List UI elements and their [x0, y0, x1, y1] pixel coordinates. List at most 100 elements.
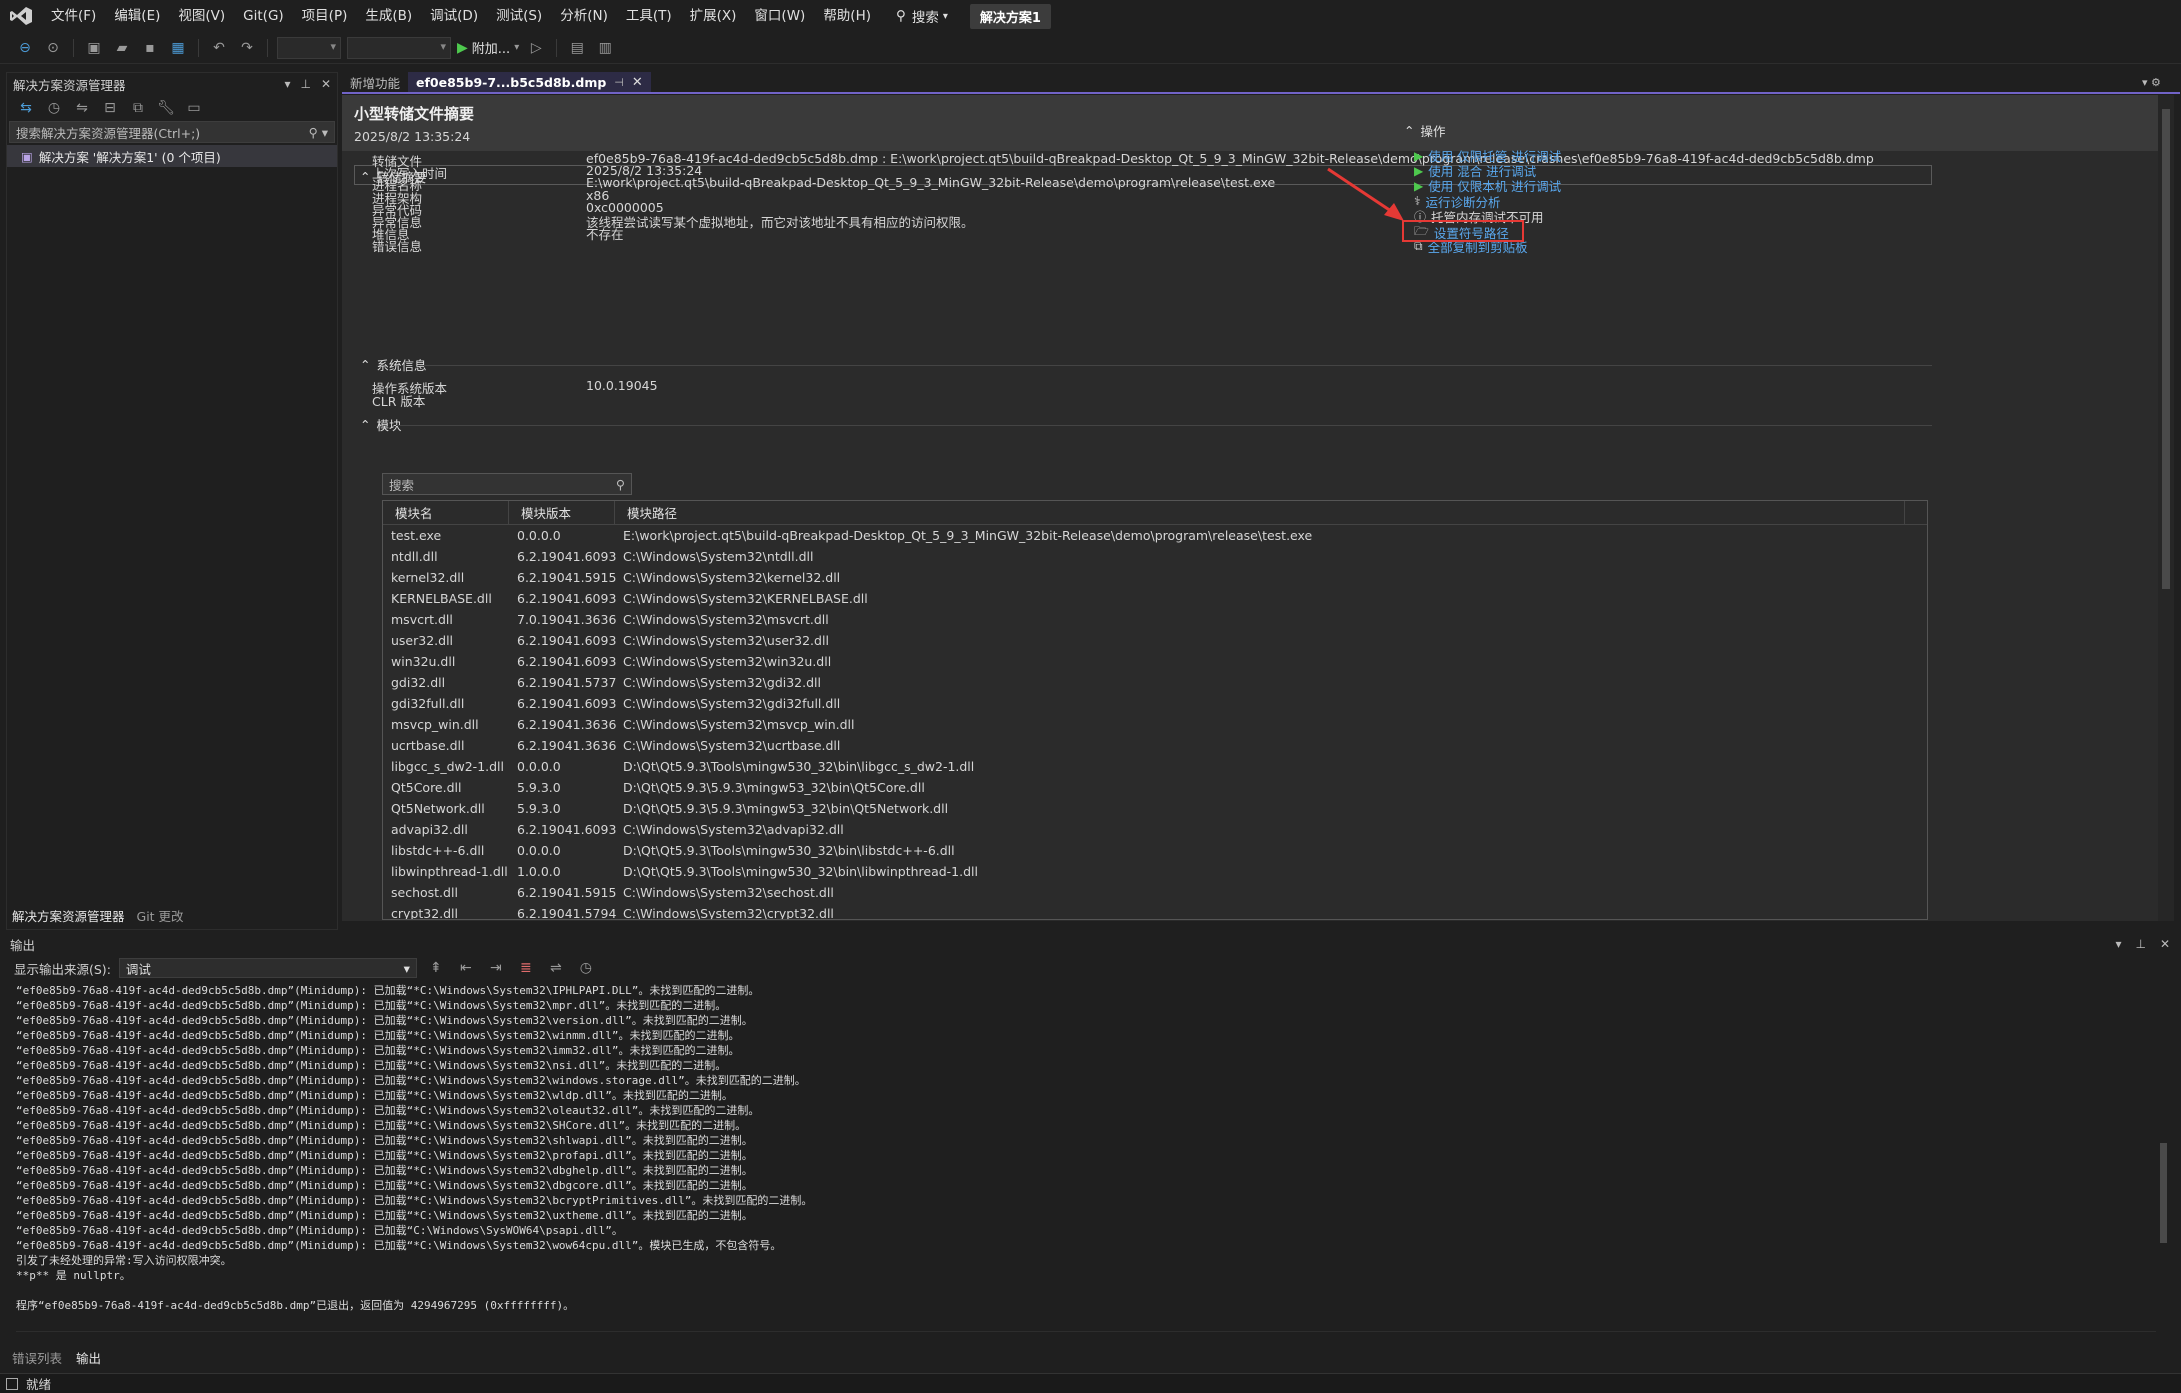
module-row[interactable]: gdi32.dll 6.2.19041.5737 C:\Windows\System… [383, 672, 1927, 693]
module-row[interactable]: kernel32.dll 6.2.19041.5915 C:\Windows\Sys… [383, 567, 1927, 588]
next-message-icon[interactable]: ⇥ [485, 957, 507, 979]
output-source-dropdown[interactable]: 调试 ▾ [118, 958, 417, 978]
close-icon[interactable]: ✕ [632, 75, 643, 90]
output-source-value: 调试 [125, 961, 151, 977]
output-line: “ef0e85b9-76a8-419f-ac4d-ded9cb5c5d8b.dm… [16, 999, 727, 1012]
module-name-cell: msvcp_win.dll [391, 717, 479, 732]
section-system-info[interactable]: ⌃ 系统信息 [360, 355, 427, 374]
menu-item[interactable]: 扩展(X) [681, 0, 746, 32]
module-row[interactable]: libgcc_s_dw2-1.dll 0.0.0.0 D:\Qt\Qt5.9.3\T… [383, 756, 1927, 777]
redo-icon[interactable]: ↷ [236, 37, 258, 59]
timestamp-icon[interactable]: ◷ [575, 957, 597, 979]
menu-item[interactable]: 文件(F) [42, 0, 105, 32]
menu-item[interactable]: 帮助(H) [814, 0, 880, 32]
menu-item[interactable]: 窗口(W) [745, 0, 814, 32]
output-text[interactable]: “ef0e85b9-76a8-419f-ac4d-ded9cb5c5d8b.dm… [16, 983, 2136, 1319]
collapse-all-icon[interactable]: ⊟ [99, 97, 121, 119]
module-path-cell: C:\Windows\System32\sechost.dll [623, 885, 834, 900]
tab-output[interactable]: 输出 [76, 1348, 101, 1367]
module-row[interactable]: ucrtbase.dll 6.2.19041.3636 C:\Windows\Sys… [383, 735, 1927, 756]
module-row[interactable]: msvcp_win.dll 6.2.19041.3636 C:\Windows\Sy… [383, 714, 1927, 735]
module-row[interactable]: Qt5Network.dll 5.9.3.0 D:\Qt\Qt5.9.3\5.9.3… [383, 798, 1927, 819]
new-project-icon[interactable]: ▣ [83, 37, 105, 59]
menu-item[interactable]: 测试(S) [487, 0, 551, 32]
close-icon[interactable]: ✕ [2160, 937, 2170, 951]
menu-item[interactable]: 项目(P) [293, 0, 357, 32]
open-folder-icon[interactable]: ▰ [111, 37, 133, 59]
save-all-icon[interactable]: ▦ [167, 37, 189, 59]
module-row[interactable]: KERNELBASE.dll 6.2.19041.6093 C:\Windows\S… [383, 588, 1927, 609]
tab-git-changes[interactable]: Git 更改 [137, 906, 184, 925]
module-row[interactable]: libstdc++-6.dll 0.0.0.0 D:\Qt\Qt5.9.3\Tool… [383, 840, 1927, 861]
scrollbar-thumb[interactable] [2162, 109, 2170, 589]
solution-search-input[interactable]: 搜索解决方案资源管理器(Ctrl+;) ⚲ ▾ [9, 121, 335, 143]
output-vertical-scrollbar[interactable] [2156, 983, 2170, 1323]
tab-solution-explorer[interactable]: 解决方案资源管理器 [12, 906, 125, 925]
menu-item[interactable]: Git(G) [234, 0, 293, 32]
module-row[interactable]: win32u.dll 6.2.19041.6093 C:\Windows\Syste… [383, 651, 1927, 672]
module-row[interactable]: advapi32.dll 6.2.19041.6093 C:\Windows\Sys… [383, 819, 1927, 840]
tab-whats-new[interactable]: 新增功能 [342, 72, 408, 92]
close-icon[interactable]: ✕ [321, 77, 331, 91]
platform-dropdown[interactable] [347, 36, 451, 59]
find-message-icon[interactable]: ⇞ [425, 957, 447, 979]
layout-icon[interactable]: ▥ [594, 37, 616, 59]
preview-icon[interactable]: ▭ [183, 97, 205, 119]
properties-icon[interactable]: 🔧︎ [155, 97, 177, 119]
back-icon[interactable]: ⊖ [14, 37, 36, 59]
solution-name-badge[interactable]: 解决方案1 [969, 3, 1051, 29]
start-without-debug-icon[interactable]: ▷ [525, 37, 547, 59]
module-search-input[interactable]: 搜索 ⚲ [382, 473, 632, 495]
module-row[interactable]: libwinpthread-1.dll 1.0.0.0 D:\Qt\Qt5.9.3\… [383, 861, 1927, 882]
module-row[interactable]: crypt32.dll 6.2.19041.5794 C:\Windows\Syst… [383, 903, 1927, 919]
menu-item[interactable]: 生成(B) [356, 0, 421, 32]
column-module-version[interactable]: 模块版本 [509, 501, 615, 524]
word-wrap-icon[interactable]: ⇌ [545, 957, 567, 979]
pin-icon[interactable]: ⊥ [2135, 937, 2145, 951]
module-row[interactable]: test.exe 0.0.0.0 E:\work\project.qt5\build… [383, 525, 1927, 546]
menu-item[interactable]: 视图(V) [169, 0, 234, 32]
module-row[interactable]: Qt5Core.dll 5.9.3.0 D:\Qt\Qt5.9.3\5.9.3\mi… [383, 777, 1927, 798]
tab-error-list[interactable]: 错误列表 [12, 1348, 62, 1367]
module-row[interactable]: gdi32full.dll 6.2.19041.6093 C:\Windows\Sy… [383, 693, 1927, 714]
dropdown-icon[interactable]: ▾ [284, 77, 290, 91]
solution-tree-item[interactable]: ▣ 解决方案 '解决方案1' (0 个项目) [7, 145, 337, 167]
forward-icon[interactable]: ⊙ [42, 37, 64, 59]
attach-button[interactable]: ▶ 附加... ▾ [457, 38, 519, 58]
module-name-cell: libwinpthread-1.dll [391, 864, 508, 879]
tab-dump-file[interactable]: ef0e85b9-7...b5c5d8b.dmp ⊣ ✕ [408, 72, 651, 92]
browser-icon[interactable]: ▤ [566, 37, 588, 59]
save-icon[interactable]: ▪ [139, 37, 161, 59]
module-version-cell: 5.9.3.0 [517, 780, 561, 795]
dump-vertical-scrollbar[interactable] [2158, 95, 2174, 921]
solution-explorer-panel: 解决方案资源管理器 ▾ ⊥ ✕ ⇆ ◷ ⇋ ⊟ ⧉ 🔧︎ ▭ 搜索解决方案资源管… [6, 72, 338, 930]
dropdown-icon[interactable]: ▾ [2115, 937, 2121, 951]
sync-icon[interactable]: ⇆ [15, 97, 37, 119]
menu-item[interactable]: 调试(D) [421, 0, 487, 32]
menu-item[interactable]: 分析(N) [551, 0, 617, 32]
history-icon[interactable]: ◷ [43, 97, 65, 119]
menu-item[interactable]: 工具(T) [617, 0, 681, 32]
module-row[interactable]: user32.dll 6.2.19041.6093 C:\Windows\Syste… [383, 630, 1927, 651]
module-row[interactable]: msvcrt.dll 7.0.19041.3636 C:\Windows\Syste… [383, 609, 1927, 630]
output-horizontal-scrollbar[interactable] [16, 1331, 2156, 1343]
pin-icon[interactable]: ⊥ [300, 77, 310, 91]
undo-icon[interactable]: ↶ [208, 37, 230, 59]
search-menu[interactable]: ⚲ 搜索 ▾ [886, 6, 958, 26]
configuration-dropdown[interactable] [277, 36, 341, 59]
module-row[interactable]: sechost.dll 6.2.19041.5915 C:\Windows\Syst… [383, 882, 1927, 903]
column-module-name[interactable]: 模块名 [383, 501, 509, 524]
pin-icon[interactable]: ⊣ [614, 76, 624, 89]
tab-overflow-icon[interactable]: ▾ ⚙ [2142, 76, 2161, 89]
visual-studio-logo-icon[interactable] [0, 0, 42, 32]
module-row[interactable]: ntdll.dll 6.2.19041.6093 C:\Windows\System… [383, 546, 1927, 567]
module-version-cell: 6.2.19041.6093 [517, 654, 617, 669]
switch-views-icon[interactable]: ⇋ [71, 97, 93, 119]
scrollbar-thumb[interactable] [2160, 1143, 2167, 1243]
column-module-path[interactable]: 模块路径 [615, 501, 1905, 524]
clear-all-icon[interactable]: ≣ [515, 957, 537, 979]
previous-message-icon[interactable]: ⇤ [455, 957, 477, 979]
menu-item[interactable]: 编辑(E) [105, 0, 169, 32]
collapse-chevron-icon: ⌃ [360, 417, 371, 432]
show-all-files-icon[interactable]: ⧉ [127, 97, 149, 119]
